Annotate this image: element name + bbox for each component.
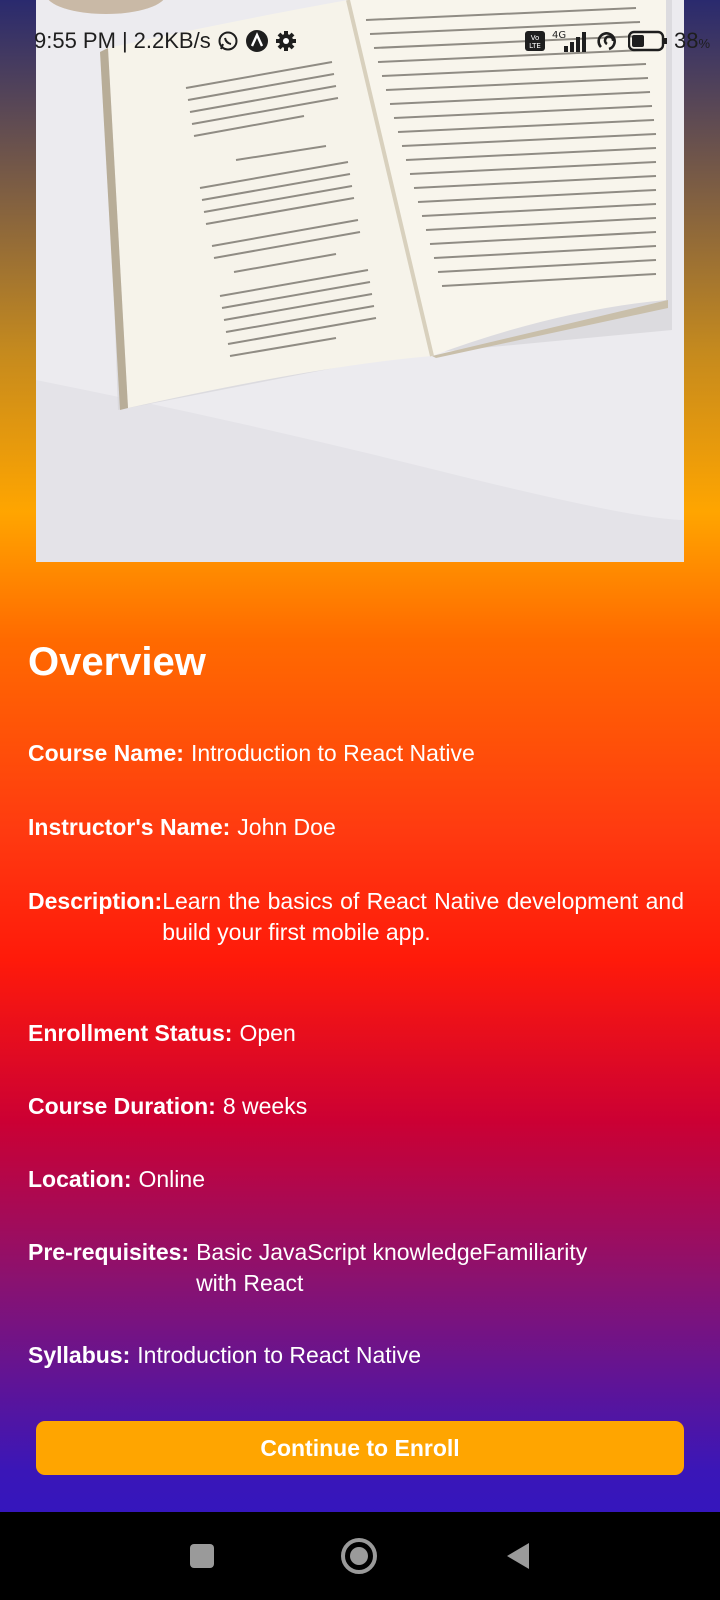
detail-prerequisites: Pre-requisites: Basic JavaScript knowled… — [28, 1237, 684, 1299]
whatsapp-icon — [217, 30, 239, 52]
detail-syllabus: Syllabus: Introduction to React Native — [28, 1340, 684, 1371]
syllabus-label: Syllabus: — [28, 1342, 131, 1368]
instructor-label: Instructor's Name: — [28, 814, 231, 840]
description-label: Description: — [28, 888, 163, 914]
course-name-value: Introduction to React Native — [190, 740, 475, 766]
status-left: 9:55 PM | 2.2KB/s — [34, 28, 297, 54]
svg-text:4G: 4G — [552, 30, 566, 41]
enrollment-status-value: Open — [239, 1020, 296, 1046]
signal-icon: 4G — [552, 29, 590, 53]
course-duration-value: 8 weeks — [222, 1093, 308, 1119]
detail-course-name: Course Name: Introduction to React Nativ… — [28, 738, 684, 769]
battery-level: 38% — [673, 28, 710, 53]
course-name-label: Course Name: — [28, 740, 184, 766]
syllabus-value: Introduction to React Native — [137, 1342, 422, 1368]
location-label: Location: — [28, 1166, 132, 1192]
status-speed: 2.2KB/s — [133, 28, 211, 53]
battery-icon — [627, 30, 668, 52]
detail-instructor: Instructor's Name: John Doe — [28, 812, 684, 843]
location-value: Online — [138, 1166, 205, 1192]
detail-enrollment-status: Enrollment Status: Open — [28, 1018, 684, 1049]
navigation-bar — [0, 1512, 720, 1600]
gear-icon — [275, 30, 297, 52]
home-circle-icon[interactable] — [337, 1534, 381, 1578]
course-image — [36, 0, 684, 562]
svg-text:Vo: Vo — [531, 34, 540, 42]
overview-title: Overview — [28, 640, 206, 684]
detail-course-duration: Course Duration: 8 weeks — [28, 1091, 684, 1122]
course-duration-label: Course Duration: — [28, 1093, 216, 1119]
volte-icon: Vo LTE — [524, 30, 546, 52]
instructor-value: John Doe — [237, 814, 336, 840]
status-time: 9:55 PM — [34, 28, 116, 53]
sync-icon — [596, 29, 622, 53]
svg-text:LTE: LTE — [529, 42, 541, 50]
enrollment-status-label: Enrollment Status: — [28, 1020, 233, 1046]
app-a-icon — [245, 29, 269, 53]
prerequisites-label: Pre-requisites: — [28, 1239, 190, 1265]
prerequisites-value: Basic JavaScript knowledgeFamiliarity wi… — [196, 1239, 588, 1296]
detail-location: Location: Online — [28, 1164, 684, 1195]
detail-description: Description: Learn the basics of React N… — [28, 886, 684, 948]
recents-square-icon[interactable] — [180, 1534, 224, 1578]
status-separator: | — [121, 28, 128, 53]
status-bar: 9:55 PM | 2.2KB/s Vo LTE 4G 38% — [0, 22, 720, 62]
continue-to-enroll-button[interactable]: Continue to Enroll — [36, 1421, 684, 1475]
description-value: Learn the basics of React Native develop… — [162, 888, 684, 945]
status-right: Vo LTE 4G 38% — [524, 28, 710, 54]
back-triangle-icon[interactable] — [496, 1534, 540, 1578]
